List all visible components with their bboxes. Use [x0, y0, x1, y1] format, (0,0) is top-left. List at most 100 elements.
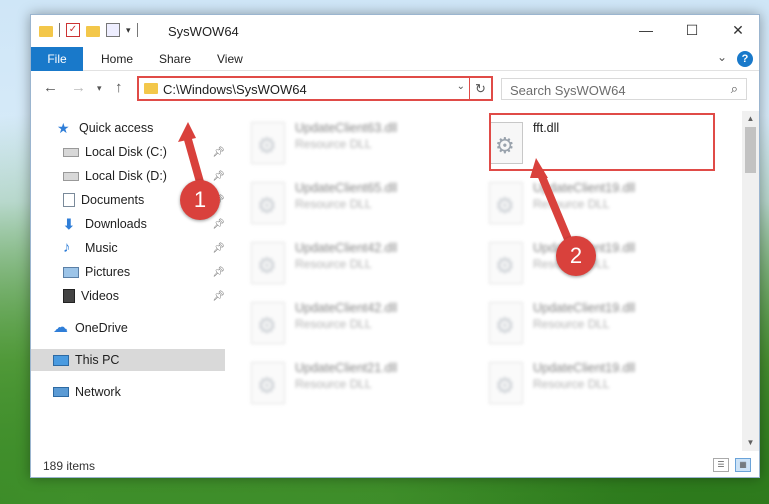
list-item[interactable]: ⚙ UpdateClient19.dll Resource DLL: [489, 239, 719, 291]
sidebar-item-quick-access[interactable]: ★ Quick access: [31, 117, 225, 139]
tab-share[interactable]: Share: [149, 47, 201, 71]
recent-locations-icon[interactable]: ▾: [97, 83, 102, 94]
search-input[interactable]: Search SysWOW64 ⌕: [501, 78, 747, 100]
scroll-up-icon[interactable]: ▲: [742, 111, 759, 127]
file-name: UpdateClient19.dll: [533, 361, 636, 375]
sidebar-item-label: Downloads: [85, 217, 147, 231]
sidebar-item-videos[interactable]: Videos 📌︎: [31, 285, 225, 307]
list-item[interactable]: ⚙ UpdateClient21.dll Resource DLL: [251, 359, 481, 411]
list-item[interactable]: ⚙ UpdateClient65.dll Resource DLL: [251, 179, 481, 231]
forward-arrow-icon[interactable]: →: [71, 79, 86, 96]
status-bar: 189 items ☰ ▦: [31, 453, 759, 477]
tab-file[interactable]: File: [31, 47, 83, 71]
document-icon: [63, 193, 75, 207]
file-name: UpdateClient42.dll: [295, 241, 398, 255]
file-name: UpdateClient42.dll: [295, 301, 398, 315]
dll-file-icon: ⚙: [251, 182, 285, 224]
search-placeholder: Search SysWOW64: [510, 83, 626, 98]
toolbar-divider: [59, 23, 60, 37]
sidebar-item-label: Network: [75, 385, 121, 399]
file-name: UpdateClient21.dll: [295, 361, 398, 375]
folder-icon: [144, 83, 158, 94]
address-bar[interactable]: C:\Windows\SysWOW64 ⌄ ↻: [137, 76, 493, 101]
dll-file-icon: ⚙: [251, 362, 285, 404]
tab-home[interactable]: Home: [91, 47, 143, 71]
star-icon: ★: [57, 120, 70, 136]
sidebar-item-label: Documents: [81, 193, 145, 207]
highlight-box-fft-dll: [489, 113, 715, 171]
sidebar-item-onedrive[interactable]: ☁ OneDrive: [31, 317, 225, 339]
toolbar-divider: [136, 23, 138, 37]
list-item[interactable]: ⚙ UpdateClient42.dll Resource DLL: [251, 239, 481, 291]
sidebar-item-label: Local Disk (D:): [85, 169, 167, 183]
dll-file-icon: ⚙: [489, 302, 523, 344]
pin-icon: 📌︎: [212, 218, 225, 230]
large-icons-view-icon[interactable]: ▦: [735, 458, 751, 472]
vertical-scrollbar[interactable]: ▲ ▼: [742, 111, 759, 451]
properties-icon[interactable]: [106, 23, 120, 37]
item-count: 189 items: [43, 459, 96, 473]
file-type: Resource DLL: [295, 257, 372, 271]
file-name: UpdateClient63.dll: [295, 121, 398, 135]
sidebar-item-music[interactable]: ♪ Music 📌︎: [31, 237, 225, 259]
sidebar-item-local-disk-c[interactable]: Local Disk (C:) 📌︎: [31, 141, 225, 163]
file-type: Resource DLL: [295, 317, 372, 331]
window-title: SysWOW64: [168, 24, 239, 39]
file-name: UpdateClient19.dll: [533, 301, 636, 315]
sidebar-item-network[interactable]: Network: [31, 381, 225, 403]
list-item[interactable]: ⚙ UpdateClient19.dll Resource DLL: [489, 179, 719, 231]
network-icon: [53, 387, 69, 397]
navigation-bar: ← → ▾ ↑ C:\Windows\SysWOW64 ⌄ ↻ Search S…: [31, 72, 759, 104]
file-name: UpdateClient19.dll: [533, 181, 636, 195]
address-dropdown-icon[interactable]: ⌄: [457, 81, 465, 92]
checkmark-icon[interactable]: ✓: [66, 23, 80, 37]
pin-icon: 📌︎: [212, 170, 225, 182]
customize-toolbar-icon[interactable]: ▾: [126, 25, 131, 36]
list-item[interactable]: ⚙ UpdateClient42.dll Resource DLL: [251, 299, 481, 351]
drive-icon: [63, 171, 79, 181]
tab-view[interactable]: View: [207, 47, 253, 71]
details-view-icon[interactable]: ☰: [713, 458, 729, 472]
dll-file-icon: ⚙: [251, 122, 285, 164]
computer-icon: [53, 354, 69, 366]
pin-icon: 📌︎: [212, 242, 225, 254]
file-type: Resource DLL: [295, 137, 372, 151]
videos-icon: [63, 289, 75, 303]
dll-file-icon: ⚙: [251, 302, 285, 344]
help-icon[interactable]: ?: [737, 51, 753, 67]
sidebar-item-label: This PC: [75, 353, 120, 367]
download-icon: ⬇: [63, 216, 75, 232]
new-folder-icon[interactable]: [86, 25, 100, 37]
quick-access-toolbar: ✓ ▾: [39, 23, 138, 37]
dll-file-icon: ⚙: [489, 182, 523, 224]
dll-file-icon: ⚙: [489, 362, 523, 404]
up-arrow-icon[interactable]: ↑: [115, 79, 123, 96]
close-button[interactable]: ✕: [715, 15, 759, 45]
sidebar-item-this-pc[interactable]: This PC: [31, 349, 225, 371]
dll-file-icon: ⚙: [489, 242, 523, 284]
minimize-button[interactable]: —: [623, 15, 669, 45]
list-item[interactable]: ⚙ UpdateClient19.dll Resource DLL: [489, 359, 719, 411]
file-explorer-window: ✓ ▾ SysWOW64 — ☐ ✕ File Home Share View …: [30, 14, 760, 478]
maximize-button[interactable]: ☐: [669, 15, 715, 45]
pin-icon: 📌︎: [212, 266, 225, 278]
sidebar-item-label: Quick access: [79, 121, 154, 135]
file-name: UpdateClient65.dll: [295, 181, 398, 195]
scroll-thumb[interactable]: [745, 127, 756, 173]
drive-icon: [63, 147, 79, 157]
scroll-down-icon[interactable]: ▼: [742, 435, 759, 451]
folder-icon: [39, 25, 53, 37]
refresh-icon[interactable]: ↻: [469, 78, 491, 99]
step-1-callout: 1: [180, 180, 220, 220]
file-type: Resource DLL: [533, 317, 610, 331]
sidebar-item-label: Videos: [81, 289, 119, 303]
list-item[interactable]: ⚙ UpdateClient19.dll Resource DLL: [489, 299, 719, 351]
expand-ribbon-icon[interactable]: ⌄: [717, 50, 727, 64]
sidebar-item-pictures[interactable]: Pictures 📌︎: [31, 261, 225, 283]
address-path[interactable]: C:\Windows\SysWOW64: [163, 82, 307, 97]
pin-icon: 📌︎: [212, 146, 225, 158]
search-icon[interactable]: ⌕: [731, 81, 738, 97]
file-type: Resource DLL: [295, 197, 372, 211]
back-arrow-icon[interactable]: ←: [43, 79, 58, 96]
list-item[interactable]: ⚙ UpdateClient63.dll Resource DLL: [251, 119, 481, 171]
